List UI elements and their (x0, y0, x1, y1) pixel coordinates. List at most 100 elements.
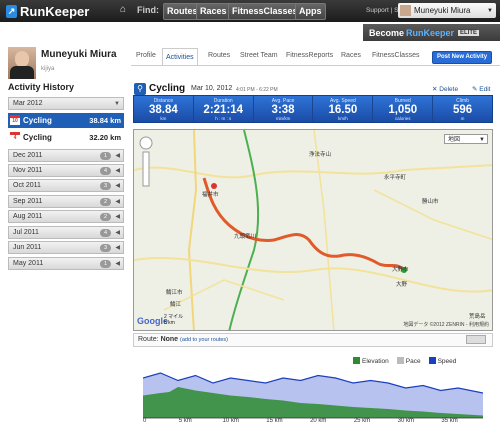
elite-prefix: Become (369, 27, 405, 38)
month-nov-2011[interactable]: Nov 2011 4 ◀ (8, 164, 124, 177)
stat-value: 16.50 (328, 104, 358, 116)
user-name: Muneyuki Miura (414, 6, 471, 15)
elevation-speed-chart (143, 372, 483, 419)
stat-unit: km (160, 116, 167, 121)
legend-pace[interactable]: Pace (396, 357, 421, 365)
month-label: May 2011 (13, 260, 44, 267)
month-sep-2011[interactable]: Sep 2011 2 ◀ (8, 195, 124, 208)
route-label: Route: None (138, 336, 178, 343)
stat-unit: min/km (275, 116, 291, 121)
tab-races[interactable]: Races (341, 52, 361, 59)
legend-swatch (428, 357, 436, 364)
stat-value: 1,050 (388, 104, 418, 116)
month-count-badge: 1 (100, 260, 111, 268)
post-new-activity-button[interactable]: Post New Activity (432, 51, 493, 64)
stat-unit: h : m : s (215, 116, 232, 121)
tab-activities[interactable]: Activities (162, 48, 198, 66)
route-value: None (160, 336, 179, 343)
tab-routes[interactable]: Routes (208, 52, 230, 59)
stat-climb: Climb 596 m (433, 96, 492, 122)
legend-elevation[interactable]: Elevation (353, 357, 389, 365)
chevron-down-icon: ▼ (114, 101, 120, 107)
map-label: 鯖江市 (166, 290, 183, 296)
map-type-label: 地図 (448, 137, 461, 143)
runkeeper-logo[interactable]: ↗ RunKeeper (6, 3, 89, 19)
x-tick-label: 35 km (441, 418, 458, 424)
stat-distance: Distance 38.84 km (134, 96, 194, 122)
tab-fitness-classes[interactable]: FitnessClasses (372, 52, 419, 59)
stat-unit: calories (394, 116, 411, 121)
route-map[interactable]: 地図 ▼ 浄法寺山 福井市 永平寺町 勝山市 大野市 鯖江市 九頭竜川 荒島岳 大… (133, 129, 493, 331)
map-scale: 2 マイル 5 km (164, 313, 183, 326)
chevron-left-icon: ◀ (115, 168, 120, 174)
delete-button[interactable]: ✕ Delete (432, 85, 458, 93)
activity-distance: 32.20 km (89, 133, 121, 142)
activity-time-range: 4:01 PM - 6:22 PM (236, 87, 278, 93)
month-jul-2011[interactable]: Jul 2011 4 ◀ (8, 226, 124, 239)
chevron-left-icon: ◀ (115, 261, 120, 267)
map-scale-km: 5 km (164, 320, 175, 326)
month-count-badge: 4 (100, 167, 111, 175)
month-dec-2011[interactable]: Dec 2011 1 ◀ (8, 149, 124, 162)
activity-item[interactable]: 4 Cycling 32.20 km (8, 130, 124, 145)
legend-swatch (353, 357, 360, 364)
add-to-routes-link[interactable]: (add to your routes) (180, 337, 228, 343)
month-oct-2011[interactable]: Oct 2011 3 ◀ (8, 179, 124, 192)
legend-label: Elevation (362, 358, 389, 365)
chevron-left-icon: ◀ (115, 230, 120, 236)
month-label: Nov 2011 (13, 167, 43, 174)
month-current[interactable]: Mar 2012 ▼ (8, 97, 124, 110)
chevron-left-icon: ◀ (115, 183, 120, 189)
activity-item-selected[interactable]: 10 Cycling 38.84 km (8, 113, 124, 128)
calendar-icon: 4 (10, 132, 20, 142)
x-tick-label: 15 km (266, 418, 283, 424)
stat-value: 596 (452, 104, 473, 116)
chevron-left-icon: ◀ (115, 214, 120, 220)
tab-divider (131, 65, 500, 66)
map-zoom-control[interactable] (139, 136, 153, 188)
home-icon[interactable]: ⌂ (120, 5, 130, 15)
activity-date: Mar 10, 2012 (191, 85, 233, 92)
legend-swatch (396, 357, 404, 364)
map-copyright: 地図データ ©2012 ZENRIN - 利用規約 (403, 322, 489, 328)
tab-fitness-reports[interactable]: FitnessReports (286, 52, 333, 59)
map-toggle-button[interactable] (466, 335, 486, 344)
avatar-face (15, 51, 29, 67)
x-tick-label: 25 km (353, 418, 371, 424)
stat-avg-speed: Avg. Speed 16.50 km/h (313, 96, 374, 122)
profile-name: Muneyuki Miura (41, 49, 117, 60)
month-label: Dec 2011 (13, 152, 43, 159)
chevron-down-icon: ▼ (487, 7, 493, 14)
month-count-badge: 3 (100, 244, 111, 252)
month-count-badge: 3 (100, 182, 111, 190)
map-label: 鯖江 (170, 302, 182, 308)
stat-unit: km/h (338, 116, 348, 121)
user-menu[interactable]: Muneyuki Miura ▼ (398, 3, 496, 18)
elite-brand: RunKeeper (406, 27, 455, 38)
chart-legend: Elevation Pace Speed (353, 357, 456, 365)
month-jun-2011[interactable]: Jun 2011 3 ◀ (8, 241, 124, 254)
map-label: 勝山市 (422, 199, 439, 205)
nav-fitnessclasses-button[interactable]: FitnessClasses (228, 3, 302, 20)
month-label: Jun 2011 (13, 244, 42, 251)
nav-apps-button[interactable]: Apps (295, 3, 326, 20)
stat-value: 38.84 (149, 104, 178, 116)
map-roads (134, 130, 492, 330)
activity-history-title: Activity History (8, 82, 75, 92)
month-aug-2011[interactable]: Aug 2011 2 ◀ (8, 210, 124, 223)
tab-street-team[interactable]: Street Team (240, 52, 278, 59)
tab-profile[interactable]: Profile (136, 52, 156, 59)
legend-speed[interactable]: Speed (428, 357, 456, 365)
edit-label: Edit (479, 86, 491, 93)
map-type-selector[interactable]: 地図 ▼ (444, 134, 488, 144)
become-elite-banner[interactable]: Become RunKeeper ELITE (363, 24, 500, 41)
edit-button[interactable]: ✎ Edit (472, 85, 490, 93)
activity-stats-bar: Distance 38.84 km Duration 2:21:14 h : m : s… (133, 95, 493, 123)
cycling-icon: ⚲ (134, 83, 146, 95)
nav-races-button[interactable]: Races (196, 3, 231, 20)
month-label: Oct 2011 (13, 182, 41, 189)
month-may-2011[interactable]: May 2011 1 ◀ (8, 257, 124, 270)
chevron-down-icon: ▼ (479, 137, 485, 143)
stat-duration: Duration 2:21:14 h : m : s (194, 96, 254, 122)
month-label: Sep 2011 (13, 198, 43, 205)
